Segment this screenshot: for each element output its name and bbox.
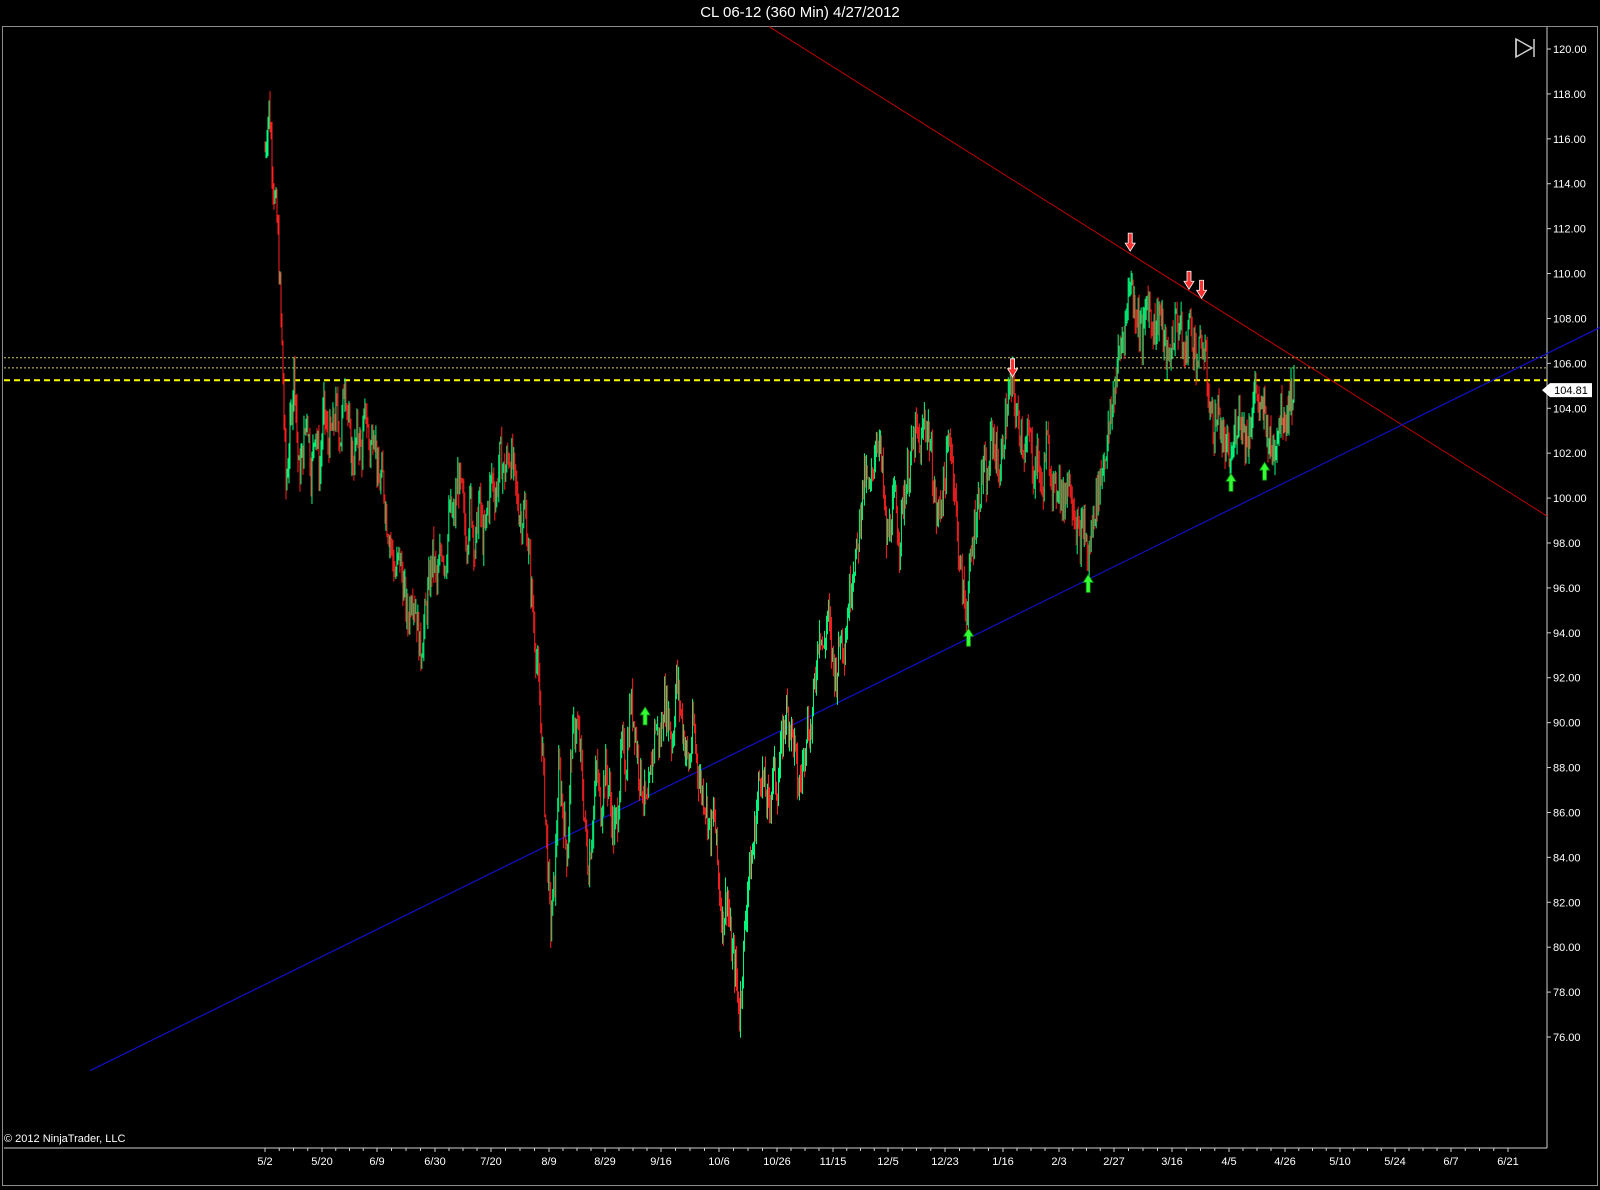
y-tick-label: 98.00 bbox=[1553, 538, 1581, 550]
x-tick-label: 5/24 bbox=[1384, 1156, 1405, 1168]
signal-up-arrow bbox=[639, 706, 651, 726]
y-tick-label: 88.00 bbox=[1553, 763, 1581, 775]
x-tick-label: 7/20 bbox=[480, 1156, 501, 1168]
x-tick-label: 6/21 bbox=[1497, 1156, 1518, 1168]
x-tick-label: 4/26 bbox=[1274, 1156, 1295, 1168]
y-tick-label: 120.00 bbox=[1553, 44, 1587, 56]
arrow-up-icon bbox=[639, 706, 651, 726]
arrow-up-icon bbox=[1225, 472, 1237, 492]
y-tick-label: 108.00 bbox=[1553, 313, 1587, 325]
y-tick-label: 104.00 bbox=[1553, 403, 1587, 415]
x-tick-label: 5/20 bbox=[311, 1156, 332, 1168]
x-tick-label: 12/23 bbox=[931, 1156, 959, 1168]
y-tick-label: 116.00 bbox=[1553, 134, 1586, 146]
x-tick-label: 12/5 bbox=[877, 1156, 898, 1168]
y-tick-label: 106.00 bbox=[1553, 358, 1587, 370]
arrow-up-icon bbox=[962, 627, 975, 647]
y-tick-label: 110.00 bbox=[1553, 269, 1586, 281]
resistance-trendline bbox=[768, 26, 1548, 517]
x-tick-label: 10/26 bbox=[763, 1156, 791, 1168]
y-tick-label: 102.00 bbox=[1553, 448, 1587, 460]
y-tick-label: 94.00 bbox=[1553, 628, 1581, 640]
price-bars bbox=[264, 91, 1295, 1038]
signal-up-arrow bbox=[1225, 472, 1237, 492]
y-tick-label: 92.00 bbox=[1553, 673, 1581, 685]
x-tick-label: 1/16 bbox=[992, 1156, 1013, 1168]
x-tick-label: 8/9 bbox=[541, 1156, 556, 1168]
axis-labels: 76.00 78.00 80.00 82.00 84.00 86.00 88.00 90.00… bbox=[257, 44, 1592, 1168]
x-tick-label: 11/15 bbox=[820, 1156, 847, 1168]
y-tick-label: 114.00 bbox=[1553, 179, 1586, 191]
x-tick-label: 2/3 bbox=[1051, 1156, 1066, 1168]
y-tick-label: 86.00 bbox=[1553, 807, 1581, 819]
x-tick-label: 10/6 bbox=[708, 1156, 729, 1168]
y-tick-label: 82.00 bbox=[1553, 897, 1581, 909]
y-tick-label: 100.00 bbox=[1553, 493, 1587, 505]
signal-up-arrow bbox=[1258, 461, 1271, 481]
y-tick-label: 78.00 bbox=[1553, 987, 1581, 999]
y-tick-label: 118.00 bbox=[1553, 89, 1586, 101]
signal-up-arrow bbox=[962, 627, 975, 647]
y-tick-label: 112.00 bbox=[1553, 224, 1586, 236]
arrow-down-icon bbox=[1195, 279, 1208, 300]
y-tick-label: 96.00 bbox=[1553, 583, 1581, 595]
signal-down-arrow bbox=[1124, 232, 1136, 252]
x-tick-label: 5/2 bbox=[257, 1156, 272, 1168]
y-tick-label: 90.00 bbox=[1553, 718, 1581, 730]
axis-layer bbox=[4, 27, 1551, 1152]
signal-down-arrow bbox=[1195, 279, 1208, 300]
x-tick-label: 6/9 bbox=[369, 1156, 384, 1168]
price-chart[interactable]: 76.00 78.00 80.00 82.00 84.00 86.00 88.00 90.00… bbox=[0, 0, 1600, 1190]
drawing-objects bbox=[4, 26, 1600, 1072]
y-tick-label: 76.00 bbox=[1553, 1032, 1581, 1044]
signal-down-arrow bbox=[1183, 270, 1195, 291]
last-price-label: 104.81 bbox=[1554, 385, 1588, 397]
arrow-down-icon bbox=[1183, 270, 1195, 291]
x-tick-label: 8/29 bbox=[594, 1156, 615, 1168]
y-tick-label: 80.00 bbox=[1553, 942, 1581, 954]
x-tick-label: 9/16 bbox=[650, 1156, 671, 1168]
x-tick-label: 6/30 bbox=[424, 1156, 445, 1168]
copyright-text: © 2012 NinjaTrader, LLC bbox=[4, 1133, 125, 1145]
x-tick-label: 6/7 bbox=[1443, 1156, 1458, 1168]
autoscroll-icon[interactable] bbox=[1511, 37, 1537, 59]
x-tick-label: 4/5 bbox=[1221, 1156, 1236, 1168]
last-price-marker: 104.81 bbox=[1542, 383, 1592, 398]
x-tick-label: 2/27 bbox=[1103, 1156, 1124, 1168]
x-tick-label: 5/10 bbox=[1329, 1156, 1350, 1168]
arrow-down-icon bbox=[1124, 232, 1136, 252]
y-tick-label: 84.00 bbox=[1553, 852, 1581, 864]
x-tick-label: 3/16 bbox=[1161, 1156, 1182, 1168]
arrow-up-icon bbox=[1258, 461, 1271, 481]
